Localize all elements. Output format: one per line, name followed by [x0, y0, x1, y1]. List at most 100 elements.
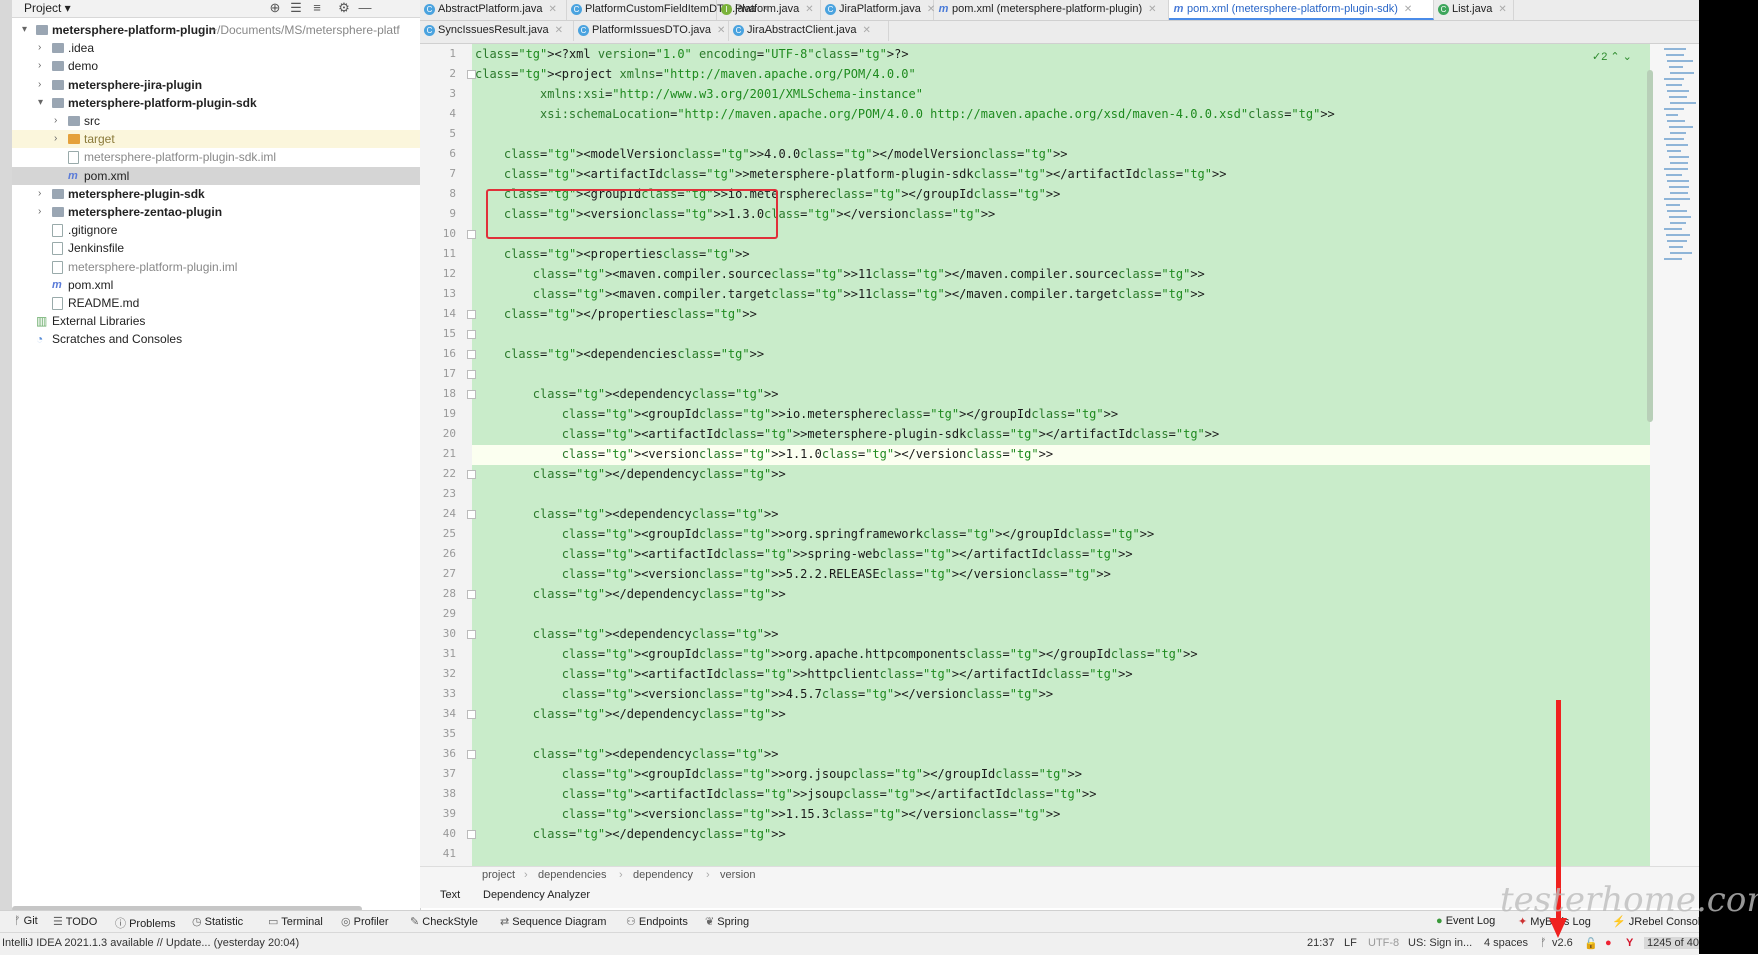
breadcrumb-item[interactable]: dependencies — [538, 869, 607, 881]
chevron-right-icon[interactable]: › — [38, 39, 48, 57]
code-line[interactable]: class="tg"><dependenciesclass="tg">> — [475, 344, 764, 364]
yonghong-icon[interactable]: Y — [1626, 937, 1633, 949]
tree-item[interactable]: README.md — [12, 294, 420, 312]
code-line[interactable]: class="tg"><versionclass="tg">>5.2.2.REL… — [475, 564, 1111, 584]
tree-item[interactable]: m pom.xml — [12, 166, 420, 185]
tree-item[interactable]: ◔ Scratches and Consoles — [12, 330, 420, 348]
code-line[interactable]: class="tg"><artifactIdclass="tg">>httpcl… — [475, 664, 1133, 684]
tool-window-event-log[interactable]: ● Event Log — [1436, 915, 1495, 927]
tool-window-git[interactable]: ᚠ Git — [14, 915, 38, 927]
editor-tab[interactable]: C JiraAbstractClient.java ✕ — [729, 21, 889, 41]
caret-position[interactable]: 21:37 — [1307, 937, 1335, 949]
editor-tab[interactable]: C PlatformIssuesDTO.java ✕ — [574, 21, 729, 41]
file-encoding[interactable]: UTF-8 — [1368, 937, 1399, 949]
code-line[interactable]: class="tg"><propertiesclass="tg">> — [475, 244, 750, 264]
code-line[interactable]: class="tg"><dependencyclass="tg">> — [475, 624, 779, 644]
git-branch[interactable]: v2.6 — [1552, 937, 1573, 949]
tool-window-problems[interactable]: ⓘ Problems — [115, 915, 176, 931]
code-line[interactable]: class="tg"></propertiesclass="tg">> — [475, 304, 757, 324]
fold-marker-icon[interactable] — [467, 330, 476, 339]
line-separator[interactable]: LF — [1344, 937, 1357, 949]
editor-tab[interactable]: I Platform.java ✕ — [717, 0, 821, 20]
minimize-icon[interactable]: — — [358, 1, 372, 15]
tool-window-spring[interactable]: ❦ Spring — [705, 915, 749, 928]
tree-item[interactable]: › metersphere-jira-plugin — [12, 76, 420, 94]
code-line[interactable]: xsi:schemaLocation="http://maven.apache.… — [475, 104, 1335, 124]
code-line[interactable]: class="tg"><versionclass="tg">>1.15.3cla… — [475, 804, 1061, 824]
expand-all-icon[interactable]: ☰ — [289, 1, 303, 15]
fold-marker-icon[interactable] — [467, 630, 476, 639]
fold-marker-icon[interactable] — [467, 70, 476, 79]
close-icon[interactable]: ✕ — [1404, 4, 1412, 15]
chevron-right-icon[interactable]: › — [38, 185, 48, 203]
tree-item[interactable]: › metersphere-plugin-sdk — [12, 185, 420, 203]
tree-item[interactable]: ▾ metersphere-platform-plugin-sdk — [12, 94, 420, 112]
code-line[interactable]: class="tg"><?xml version="1.0" encoding=… — [475, 44, 909, 64]
fold-marker-icon[interactable] — [467, 350, 476, 359]
tree-item[interactable]: › .idea — [12, 39, 420, 57]
tree-item[interactable]: m pom.xml — [12, 276, 420, 294]
tree-item[interactable]: › target — [12, 130, 420, 149]
code-line[interactable]: class="tg"><artifactIdclass="tg">>spring… — [475, 544, 1133, 564]
code-line[interactable]: class="tg"><modelVersionclass="tg">>4.0.… — [475, 144, 1068, 164]
code-line[interactable]: class="tg"></dependencyclass="tg">> — [475, 464, 786, 484]
tool-window-profiler[interactable]: ◎ Profiler — [341, 915, 389, 928]
code-line[interactable]: class="tg"></dependencyclass="tg">> — [475, 824, 786, 844]
chevron-down-icon[interactable]: ▾ — [38, 94, 48, 112]
fold-marker-icon[interactable] — [467, 230, 476, 239]
code-line[interactable]: class="tg"><versionclass="tg">>1.1.0clas… — [475, 444, 1053, 464]
indent-setting[interactable]: 4 spaces — [1484, 937, 1528, 949]
tree-item[interactable]: ▥ External Libraries — [12, 312, 420, 330]
tab-dependency-analyzer[interactable]: Dependency Analyzer — [483, 889, 590, 901]
editor-tab[interactable]: m pom.xml (metersphere-platform-plugin) ✕ — [934, 0, 1169, 20]
chevron-right-icon[interactable]: › — [54, 130, 64, 148]
close-icon[interactable]: ✕ — [862, 25, 870, 36]
fold-marker-icon[interactable] — [467, 750, 476, 759]
tree-item[interactable]: metersphere-platform-plugin-sdk.iml — [12, 148, 420, 166]
code-line[interactable]: xmlns:xsi="http://www.w3.org/2001/XMLSch… — [475, 84, 923, 104]
tool-window-todo[interactable]: ☰ TODO — [53, 915, 97, 928]
tree-item[interactable]: metersphere-platform-plugin.iml — [12, 258, 420, 276]
chevron-down-icon[interactable]: ▾ — [22, 21, 32, 39]
editor-tab[interactable]: C AbstractPlatform.java ✕ — [420, 0, 567, 20]
project-view-dropdown[interactable]: Project ▾ — [24, 1, 71, 15]
inspection-widget[interactable]: ✓2 ⌃ ⌄ — [1592, 50, 1632, 63]
tab-text[interactable]: Text — [440, 889, 460, 901]
code-line[interactable]: class="tg"><artifactIdclass="tg">>meters… — [475, 424, 1220, 444]
chevron-right-icon[interactable]: › — [38, 57, 48, 75]
fold-marker-icon[interactable] — [467, 310, 476, 319]
memory-indicator[interactable]: 1245 of 40 — [1644, 937, 1702, 949]
error-icon[interactable]: ● — [1605, 937, 1612, 949]
fold-marker-icon[interactable] — [467, 390, 476, 399]
editor-tab[interactable]: C SyncIssuesResult.java ✕ — [420, 21, 574, 41]
code-line[interactable]: class="tg"><maven.compiler.sourceclass="… — [475, 264, 1205, 284]
code-line[interactable]: class="tg"><groupIdclass="tg">>org.sprin… — [475, 524, 1155, 544]
editor-tab[interactable]: C List.java ✕ — [1434, 0, 1514, 20]
tool-window-checkstyle[interactable]: ✎ CheckStyle — [410, 915, 478, 928]
breadcrumb-item[interactable]: version — [720, 869, 755, 881]
code-line[interactable]: class="tg"><artifactIdclass="tg">>jsoupc… — [475, 784, 1097, 804]
breadcrumb-item[interactable]: project — [482, 869, 515, 881]
code-line[interactable]: class="tg"><dependencyclass="tg">> — [475, 504, 779, 524]
code-minimap[interactable] — [1664, 48, 1696, 298]
chevron-right-icon[interactable]: › — [38, 76, 48, 94]
chevron-right-icon[interactable]: › — [38, 203, 48, 221]
tree-item[interactable]: ▾ metersphere-platform-plugin ~/Documents/… — [12, 21, 420, 39]
gear-icon[interactable]: ⚙ — [337, 1, 351, 15]
code-line[interactable]: class="tg"><groupIdclass="tg">>io.meters… — [475, 404, 1118, 424]
editor-vertical-scrollbar[interactable] — [1647, 70, 1653, 422]
collapse-all-icon[interactable]: ≡ — [310, 1, 324, 15]
tree-item[interactable]: › src — [12, 112, 420, 130]
code-line[interactable]: class="tg"><artifactIdclass="tg">>meters… — [475, 164, 1227, 184]
fold-marker-icon[interactable] — [467, 830, 476, 839]
chevron-right-icon[interactable]: › — [54, 112, 64, 130]
close-icon[interactable]: ✕ — [1148, 4, 1156, 15]
tool-window-statistic[interactable]: ◷ Statistic — [192, 915, 243, 928]
code-line[interactable]: class="tg"><maven.compiler.targetclass="… — [475, 284, 1205, 304]
fold-marker-icon[interactable] — [467, 370, 476, 379]
status-message[interactable]: IntelliJ IDEA 2021.1.3 available // Upda… — [2, 937, 299, 949]
editor-tab[interactable]: C PlatformCustomFieldItemDTO.java ✕ — [567, 0, 770, 20]
editor-tab[interactable]: m pom.xml (metersphere-platform-plugin-sd… — [1169, 0, 1434, 20]
tree-item[interactable]: › demo — [12, 57, 420, 75]
code-line[interactable]: class="tg"><dependencyclass="tg">> — [475, 384, 779, 404]
